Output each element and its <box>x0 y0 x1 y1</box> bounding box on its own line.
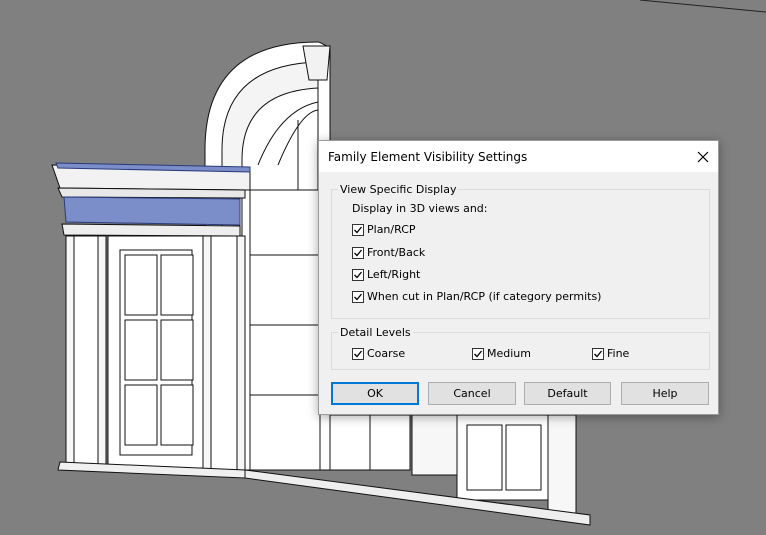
checkbox-box[interactable] <box>352 347 364 360</box>
plan-rcp-label: Plan/RCP <box>367 223 416 236</box>
checkbox-box[interactable] <box>592 347 604 360</box>
dialog-title: Family Element Visibility Settings <box>328 150 528 164</box>
checkbox-box[interactable] <box>472 347 484 360</box>
medium-label: Medium <box>487 347 531 360</box>
checkmark-icon <box>354 271 363 278</box>
checkbox-box[interactable] <box>352 246 364 259</box>
detail-levels-group: Detail Levels Coarse Medium Fine <box>331 326 710 370</box>
detail-levels-legend: Detail Levels <box>338 326 413 339</box>
default-button[interactable]: Default <box>524 382 611 405</box>
front-back-label: Front/Back <box>367 246 426 259</box>
close-button[interactable] <box>687 141 718 172</box>
visibility-settings-dialog: Family Element Visibility Settings View … <box>318 140 719 415</box>
display-3d-intro: Display in 3D views and: <box>352 202 488 215</box>
checkbox-box[interactable] <box>352 290 364 303</box>
checkmark-icon <box>354 350 363 357</box>
checkmark-icon <box>354 293 363 300</box>
medium-checkbox[interactable]: Medium <box>472 346 531 361</box>
cancel-button[interactable]: Cancel <box>428 382 516 405</box>
checkmark-icon <box>354 249 363 256</box>
front-back-checkbox[interactable]: Front/Back <box>352 245 425 260</box>
checkmark-icon <box>594 350 603 357</box>
fine-label: Fine <box>607 347 630 360</box>
cut-in-plan-checkbox[interactable]: When cut in Plan/RCP (if category permit… <box>352 289 601 304</box>
checkmark-icon <box>354 226 363 233</box>
selected-frieze <box>63 196 241 226</box>
checkbox-box[interactable] <box>352 268 364 281</box>
plan-rcp-checkbox[interactable]: Plan/RCP <box>352 222 416 237</box>
view-specific-legend: View Specific Display <box>338 183 459 196</box>
coarse-label: Coarse <box>367 347 406 360</box>
coarse-checkbox[interactable]: Coarse <box>352 346 405 361</box>
view-specific-display-group: View Specific Display Display in 3D view… <box>331 183 710 319</box>
checkbox-box[interactable] <box>352 223 364 236</box>
help-button[interactable]: Help <box>621 382 709 405</box>
fine-checkbox[interactable]: Fine <box>592 346 629 361</box>
dialog-titlebar: Family Element Visibility Settings <box>319 141 718 172</box>
cut-in-plan-label: When cut in Plan/RCP (if category permit… <box>367 290 602 303</box>
ok-button[interactable]: OK <box>331 382 419 405</box>
checkmark-icon <box>474 350 483 357</box>
left-right-checkbox[interactable]: Left/Right <box>352 267 420 282</box>
close-icon <box>697 151 708 162</box>
left-right-label: Left/Right <box>367 268 421 281</box>
